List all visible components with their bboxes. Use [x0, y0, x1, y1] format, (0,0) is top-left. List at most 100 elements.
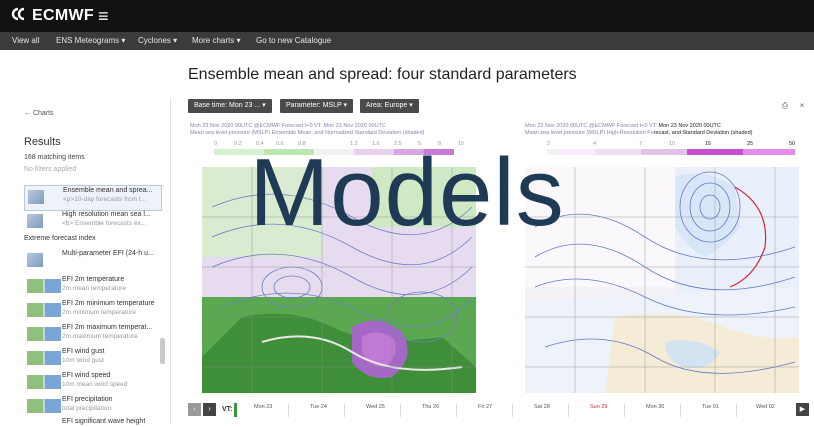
list-item-subtitle: 2m maximum temperature	[62, 333, 138, 340]
timeline-day[interactable]: Tue 24	[310, 404, 327, 410]
scale-tick: 0.6	[276, 141, 284, 147]
list-item[interactable]: EFI 2m minimum temperature 2m minimum te…	[24, 299, 160, 323]
chart-caption-part: Mon 23 Nov 2020 00UTC @ECMWF Forecast t+…	[525, 123, 657, 129]
list-item[interactable]: EFI 2m maximum temperat... 2m maximum te…	[24, 323, 160, 347]
timeline-divider	[568, 403, 569, 417]
close-icon[interactable]: ×	[796, 100, 808, 112]
list-item[interactable]: EFI precipitation total precipitation	[24, 395, 160, 419]
list-item-title: High resolution mean sea l...	[62, 211, 151, 218]
list-item-title: EFI wind gust	[62, 348, 105, 355]
nav-view-all[interactable]: View all	[12, 36, 39, 45]
print-icon[interactable]: ⎙	[779, 100, 791, 112]
timeline-day[interactable]: Mon 30	[646, 404, 664, 410]
scale-tick: 2.5	[394, 141, 402, 147]
timeline-day[interactable]: Wed 25	[366, 404, 385, 410]
list-item[interactable]: EFI significant wave height	[24, 417, 160, 427]
scale-tick: 10	[669, 141, 676, 147]
logo-text: ECMWF	[32, 7, 94, 24]
list-item[interactable]: EFI 2m temperature 2m mean temperature	[24, 275, 160, 299]
timeline-divider	[512, 403, 513, 417]
list-item-title: Ensemble mean and sprea...	[63, 187, 153, 194]
right-chart-panel: Mon 23 Nov 2020 00UTC @ECMWF Forecast t+…	[525, 121, 801, 393]
timeline-day[interactable]: Thu 26	[422, 404, 439, 410]
scale-tick: 2	[547, 141, 551, 147]
timeline-divider	[400, 403, 401, 417]
scale-segment	[314, 149, 354, 155]
scale-segment	[547, 149, 595, 155]
scale-tick: 0.2	[234, 141, 242, 147]
scale-tick: 0.4	[256, 141, 264, 147]
scale-tick: 7	[639, 141, 643, 147]
back-to-charts-link[interactable]: ← Charts	[24, 110, 54, 117]
thumbnail-image	[27, 214, 43, 228]
timeline-divider	[456, 403, 457, 417]
scale-segment	[264, 149, 314, 155]
nav-new-catalogue[interactable]: Go to new Catalogue	[256, 36, 331, 45]
scale-segment	[214, 149, 264, 155]
nav-cyclones[interactable]: Cyclones ▾	[138, 36, 177, 45]
map-image	[202, 167, 476, 393]
high-resolution-map[interactable]	[525, 167, 799, 393]
colour-scale: 0 0.2 0.4 0.6 0.8 1.2 1.6 2.5 5 8 15	[200, 141, 470, 155]
scale-tick: 8	[438, 141, 442, 147]
scale-tick: 0.8	[298, 141, 306, 147]
left-chart-panel: Mon 23 Nov 2020 00UTC @ECMWF Forecast t+…	[190, 121, 490, 393]
play-icon[interactable]: ▶	[796, 403, 809, 416]
list-item-subtitle: 2m minimum temperature	[62, 309, 137, 316]
thumbnail-image	[28, 190, 44, 204]
sidebar-scrollbar[interactable]	[160, 338, 165, 364]
scale-tick: 25	[747, 141, 754, 147]
area-dropdown[interactable]: Area: Europe ▾	[360, 99, 419, 113]
timeline-day[interactable]: Wed 02	[756, 404, 775, 410]
list-item-title: EFI wind speed	[62, 372, 111, 379]
scale-segment	[687, 149, 743, 155]
thumbnail-image	[27, 253, 43, 267]
chevron-right-icon[interactable]: ›	[203, 403, 216, 416]
chart-caption-line1: Mon 23 Nov 2020 00UTC @ECMWF Forecast t+…	[525, 123, 721, 129]
chart-caption-line2: Mean sea level pressure (MSLP) High-Reso…	[525, 130, 752, 136]
timeline-day[interactable]: Sat 28	[534, 404, 550, 410]
sidebar: ← Charts Results 168 matching items No f…	[0, 98, 171, 427]
nav-bar: View all ENS Meteograms ▾ Cyclones ▾ Mor…	[0, 32, 814, 50]
list-item-subtitle: <b> Ensemble forecasts ex...	[62, 220, 147, 227]
list-item-title: EFI 2m minimum temperature	[62, 300, 155, 307]
list-item-title: Multi-parameter EFI (24-h u...	[62, 250, 154, 257]
list-item[interactable]: High resolution mean sea l... <b> Ensemb…	[24, 210, 160, 234]
valid-time-timeline: ‹ › VT: Mon 23 Tue 24 Wed 25 Thu 26 Fri …	[188, 403, 814, 419]
scale-segment	[424, 149, 454, 155]
list-item-subtitle: 10m wind gust	[62, 357, 104, 364]
nav-ens-meteograms[interactable]: ENS Meteograms ▾	[56, 36, 125, 45]
list-item-subtitle: <p>10-day forecasts from t...	[63, 196, 147, 203]
ensemble-map[interactable]	[202, 167, 476, 393]
timeline-day[interactable]: Sun 29	[590, 404, 607, 410]
thumbnail-image	[27, 351, 61, 365]
list-item[interactable]: Ensemble mean and sprea... <p>10-day for…	[24, 185, 162, 211]
ecmwf-logo-icon	[11, 7, 25, 21]
list-item[interactable]: EFI wind gust 10m wind gust	[24, 347, 160, 371]
map-image	[525, 167, 799, 393]
timeline-day[interactable]: Fri 27	[478, 404, 492, 410]
timeline-divider	[344, 403, 345, 417]
parameter-dropdown[interactable]: Parameter: MSLP ▾	[280, 99, 353, 113]
chart-caption-part: Mean sea level pressure (MSLP) High-Reso…	[525, 130, 654, 136]
base-time-dropdown[interactable]: Base time: Mon 23 ... ▾	[188, 99, 272, 113]
ecmwf-logo[interactable]: ECMWF	[10, 7, 94, 25]
hamburger-icon[interactable]: ≡	[98, 7, 109, 25]
list-item[interactable]: EFI wind speed 10m mean wind speed	[24, 371, 160, 395]
scale-segment	[595, 149, 641, 155]
timeline-day[interactable]: Mon 23	[254, 404, 272, 410]
results-count: 168 matching items	[24, 154, 85, 161]
timeline-day[interactable]: Tue 01	[702, 404, 719, 410]
list-item-title: EFI 2m maximum temperat...	[62, 324, 153, 331]
list-item-title: EFI 2m temperature	[62, 276, 125, 283]
chart-caption-line1: Mon 23 Nov 2020 00UTC @ECMWF Forecast t+…	[190, 123, 386, 129]
timeline-divider	[624, 403, 625, 417]
chevron-left-icon[interactable]: ‹	[188, 403, 201, 416]
nav-more-charts[interactable]: More charts ▾	[192, 36, 240, 45]
chart-caption-line2: Mean sea level pressure (MSLP) Ensemble …	[190, 130, 425, 136]
list-item[interactable]: Multi-parameter EFI (24-h u...	[24, 249, 160, 273]
vt-label: VT:	[222, 406, 233, 413]
timeline-slider-handle[interactable]	[234, 403, 237, 417]
scale-tick: 15	[458, 141, 465, 147]
scale-segment	[743, 149, 795, 155]
